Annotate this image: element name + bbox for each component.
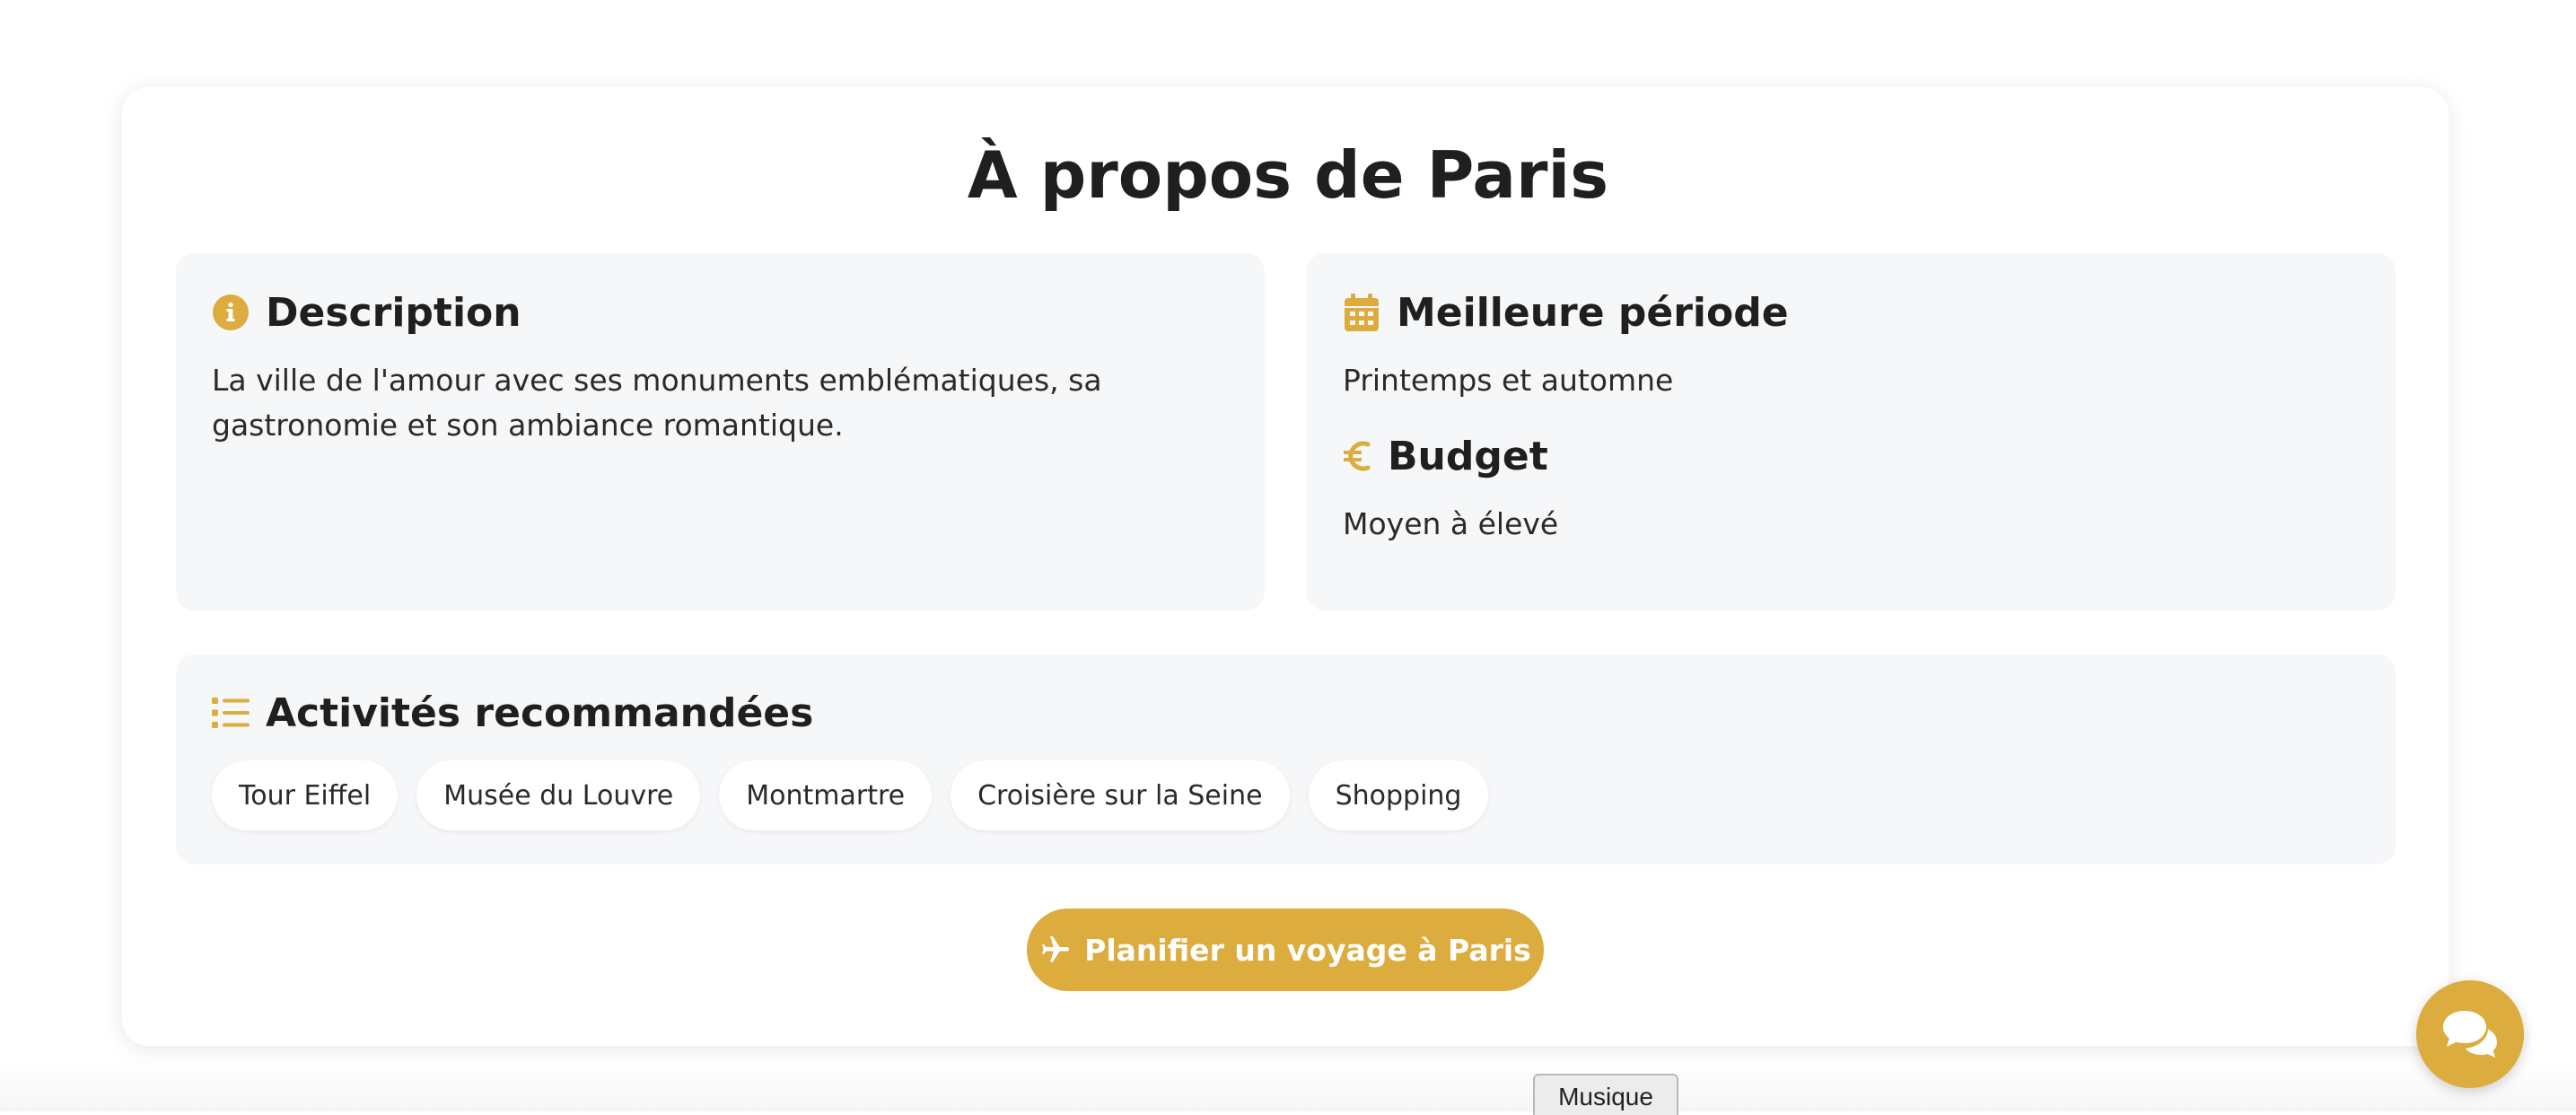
activity-tag[interactable]: Musée du Louvre	[416, 760, 701, 830]
page-title: À propos de Paris	[967, 137, 1609, 213]
best-period-header: Meilleure période	[1343, 285, 1789, 339]
calendar-icon	[1343, 294, 1380, 331]
description-text: La ville de l'amour avec ses monuments e…	[212, 363, 1102, 443]
chat-bubbles-icon	[2441, 1009, 2499, 1059]
plan-trip-button[interactable]: Planifier un voyage à Paris	[1027, 909, 1544, 991]
activities-header: Activités recommandées	[212, 686, 813, 740]
plan-trip-label: Planifier un voyage à Paris	[1084, 932, 1531, 968]
euro-icon	[1343, 437, 1371, 475]
chat-button[interactable]	[2416, 980, 2524, 1088]
activity-tag[interactable]: Montmartre	[719, 760, 933, 830]
budget-heading: Budget	[1388, 433, 1548, 479]
description-heading: Description	[266, 289, 521, 336]
activity-tags: Tour Eiffel Musée du Louvre Montmartre C…	[212, 760, 1489, 830]
info-circle-icon	[212, 294, 250, 331]
budget-header: Budget	[1343, 429, 1548, 483]
activities-heading: Activités recommandées	[266, 689, 814, 736]
description-header: Description	[212, 285, 521, 339]
page-bottom-band	[0, 1059, 2576, 1111]
best-period-text: Printemps et automne	[1343, 363, 1674, 398]
activity-tag[interactable]: Shopping	[1308, 760, 1489, 830]
travel-info-panel: Meilleure période Printemps et automne B…	[1307, 253, 2396, 610]
activity-tag[interactable]: Tour Eiffel	[212, 760, 399, 830]
plane-icon	[1039, 934, 1072, 966]
list-icon	[212, 694, 250, 732]
activities-panel: Activités recommandées Tour Eiffel Musée…	[176, 654, 2396, 865]
activity-tag[interactable]: Croisière sur la Seine	[951, 760, 1290, 830]
best-period-heading: Meilleure période	[1397, 289, 1789, 336]
music-button[interactable]: Musique	[1533, 1074, 1678, 1115]
description-panel: Description La ville de l'amour avec ses…	[176, 253, 1265, 610]
budget-text: Moyen à élevé	[1343, 506, 1559, 541]
